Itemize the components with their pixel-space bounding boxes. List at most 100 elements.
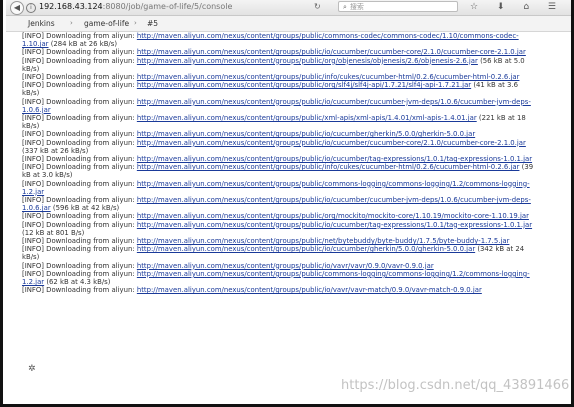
console-line-prefix: [INFO] Downloading from aliyun:: [22, 73, 137, 82]
console-line-stats: (41 kB at 3.6: [471, 81, 518, 90]
breadcrumb-job[interactable]: game-of-life: [84, 16, 129, 31]
console-line: [INFO] Downloading from aliyun: http://m…: [22, 98, 562, 106]
console-line-stats: (56 kB at 5.0: [477, 56, 525, 65]
site-info-icon[interactable]: i: [26, 3, 36, 13]
watermark: https://blog.csdn.net/qq_43891466: [341, 378, 570, 393]
console-line: [INFO] Downloading from aliyun: http://m…: [22, 237, 562, 245]
console-line: [INFO] Downloading from aliyun: http://m…: [22, 81, 562, 89]
console-line-prefix: [INFO] Downloading from aliyun:: [22, 130, 137, 139]
search-icon: ⌕: [343, 3, 347, 11]
console-line-prefix: [INFO] Downloading from aliyun:: [22, 245, 137, 254]
console-line-prefix: [INFO] Downloading from aliyun:: [22, 48, 137, 57]
console-line: [INFO] Downloading from aliyun: http://m…: [22, 139, 562, 147]
console-download-link[interactable]: 1.2.jar: [22, 188, 44, 196]
console-download-link[interactable]: http://maven.aliyun.com/nexus/content/gr…: [137, 48, 526, 56]
console-line-prefix: [INFO] Downloading from aliyun:: [22, 237, 137, 246]
console-line: 1.2.jar: [22, 188, 562, 196]
console-line: [INFO] Downloading from aliyun: http://m…: [22, 130, 562, 138]
console-line: (337 kB at 26 kB/s): [22, 147, 562, 155]
console-download-link[interactable]: http://maven.aliyun.com/nexus/content/gr…: [137, 98, 531, 106]
console-line-stats: kB/s): [22, 64, 40, 73]
console-line: kB/s): [22, 65, 562, 73]
console-line-prefix: [INFO] Downloading from aliyun:: [22, 155, 137, 164]
console-download-link[interactable]: http://maven.aliyun.com/nexus/content/gr…: [137, 163, 520, 171]
back-icon[interactable]: ◀: [10, 1, 24, 15]
breadcrumb-build[interactable]: #5: [147, 16, 158, 31]
console-line-prefix: [INFO] Downloading from aliyun:: [22, 163, 137, 172]
toolbar-icons[interactable]: ☆ ⬇ ⌂ ☰: [470, 1, 570, 13]
console-download-link[interactable]: http://maven.aliyun.com/nexus/content/gr…: [137, 130, 475, 138]
search-input[interactable]: ⌕ 搜索: [338, 1, 458, 12]
console-line: [INFO] Downloading from aliyun: http://m…: [22, 48, 562, 56]
console-line: 1.10.jar (284 kB at 26 kB/s): [22, 40, 562, 48]
console-download-link[interactable]: 1.0.6.jar: [22, 204, 51, 212]
console-line: kB at 3.0 kB/s): [22, 171, 562, 179]
console-line-prefix: [INFO] Downloading from aliyun:: [22, 220, 137, 229]
address-bar: ◀ i 192.168.43.124:8080/job/game-of-life…: [6, 0, 571, 16]
console-line-prefix: [INFO] Downloading from aliyun:: [22, 114, 137, 123]
console-line: 1.0.6.jar: [22, 106, 562, 114]
console-line-prefix: [INFO] Downloading from aliyun:: [22, 81, 137, 90]
console-line: [INFO] Downloading from aliyun: http://m…: [22, 221, 562, 229]
console-line: [INFO] Downloading from aliyun: http://m…: [22, 262, 562, 270]
console-line-stats: (337 kB at 26 kB/s): [22, 146, 89, 155]
search-placeholder: 搜索: [349, 3, 364, 11]
console-download-link[interactable]: http://maven.aliyun.com/nexus/content/gr…: [137, 270, 530, 278]
console-download-link[interactable]: http://maven.aliyun.com/nexus/content/gr…: [137, 57, 478, 65]
console-line-prefix: [INFO] Downloading from aliyun:: [22, 286, 137, 295]
console-download-link[interactable]: http://maven.aliyun.com/nexus/content/gr…: [137, 139, 526, 147]
console-download-link[interactable]: http://maven.aliyun.com/nexus/content/gr…: [137, 245, 475, 253]
reload-icon[interactable]: ↻: [314, 1, 334, 12]
console-line-prefix: [INFO] Downloading from aliyun:: [22, 97, 137, 106]
console-line-stats: (342 kB at 24: [475, 245, 525, 254]
breadcrumb: Jenkins › game-of-life › #5: [6, 16, 571, 32]
console-line-stats: kB at 3.0 kB/s): [22, 171, 73, 180]
console-download-link[interactable]: http://maven.aliyun.com/nexus/content/gr…: [137, 32, 519, 40]
console-output: [INFO] Downloading from aliyun: http://m…: [22, 32, 562, 372]
console-line: [INFO] Downloading from aliyun: http://m…: [22, 180, 562, 188]
url-path: :8080/job/game-of-life/5/console: [102, 2, 233, 11]
url-input[interactable]: 192.168.43.124:8080/job/game-of-life/5/c…: [39, 1, 314, 12]
console-download-link[interactable]: 1.10.jar: [22, 40, 49, 48]
console-line: [INFO] Downloading from aliyun: http://m…: [22, 57, 562, 65]
console-line-stats: kB/s): [22, 89, 40, 98]
console-line: kB/s): [22, 253, 562, 261]
console-download-link[interactable]: http://maven.aliyun.com/nexus/content/gr…: [137, 81, 471, 89]
console-download-link[interactable]: http://maven.aliyun.com/nexus/content/gr…: [137, 221, 532, 229]
loading-spinner-icon: ✲: [28, 364, 36, 374]
console-line: kB/s): [22, 89, 562, 97]
console-line: [INFO] Downloading from aliyun: http://m…: [22, 286, 562, 294]
console-download-link[interactable]: http://maven.aliyun.com/nexus/content/gr…: [137, 262, 434, 270]
url-host: 192.168.43.124: [39, 2, 103, 11]
console-line-stats: (12 kB at 801 B/s): [22, 228, 85, 237]
console-download-link[interactable]: http://maven.aliyun.com/nexus/content/gr…: [137, 196, 531, 204]
console-download-link[interactable]: http://maven.aliyun.com/nexus/content/gr…: [137, 155, 532, 163]
console-line-stats: (39: [519, 163, 534, 172]
console-line: [INFO] Downloading from aliyun: http://m…: [22, 155, 562, 163]
console-download-link[interactable]: http://maven.aliyun.com/nexus/content/gr…: [137, 180, 530, 188]
console-line: [INFO] Downloading from aliyun: http://m…: [22, 163, 562, 171]
console-line-prefix: [INFO] Downloading from aliyun:: [22, 32, 137, 40]
console-line-stats: kB/s): [22, 122, 40, 131]
breadcrumb-jenkins[interactable]: Jenkins: [28, 16, 55, 31]
console-line: [INFO] Downloading from aliyun: http://m…: [22, 32, 562, 40]
console-line-prefix: [INFO] Downloading from aliyun:: [22, 138, 137, 147]
console-line-prefix: [INFO] Downloading from aliyun:: [22, 212, 137, 221]
console-line-stats: (62 kB at 4.3 kB/s): [44, 278, 111, 287]
console-download-link[interactable]: http://maven.aliyun.com/nexus/content/gr…: [137, 114, 477, 122]
console-line-prefix: [INFO] Downloading from aliyun:: [22, 179, 137, 188]
console-download-link[interactable]: 1.2.jar: [22, 278, 44, 286]
console-download-link[interactable]: http://maven.aliyun.com/nexus/content/gr…: [137, 73, 520, 81]
console-download-link[interactable]: http://maven.aliyun.com/nexus/content/gr…: [137, 237, 510, 245]
console-line-prefix: [INFO] Downloading from aliyun:: [22, 56, 137, 65]
console-download-link[interactable]: http://maven.aliyun.com/nexus/content/gr…: [137, 212, 529, 220]
console-line-stats: kB/s): [22, 253, 40, 262]
console-download-link[interactable]: 1.0.6.jar: [22, 106, 51, 114]
console-line: [INFO] Downloading from aliyun: http://m…: [22, 212, 562, 220]
console-download-link[interactable]: http://maven.aliyun.com/nexus/content/gr…: [137, 286, 482, 294]
console-line: (12 kB at 801 B/s): [22, 229, 562, 237]
console-line-prefix: [INFO] Downloading from aliyun:: [22, 261, 137, 270]
breadcrumb-separator-icon: ›: [70, 19, 73, 27]
console-line: [INFO] Downloading from aliyun: http://m…: [22, 73, 562, 81]
console-line: [INFO] Downloading from aliyun: http://m…: [22, 196, 562, 204]
